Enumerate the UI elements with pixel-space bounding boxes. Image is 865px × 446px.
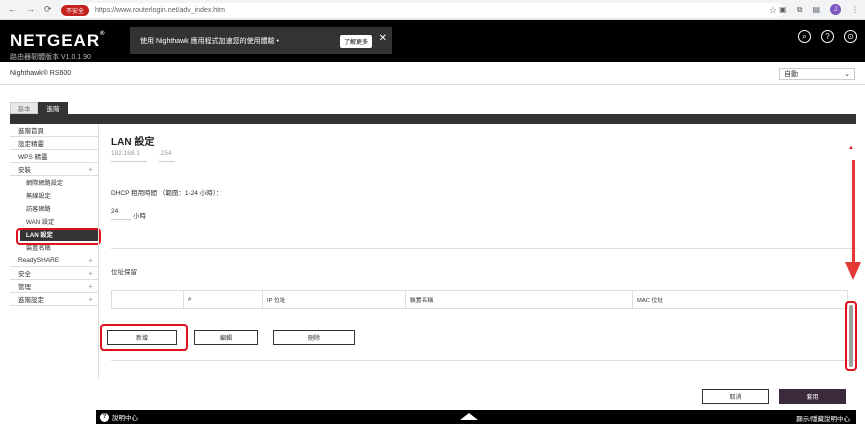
- reload-icon[interactable]: ⟳: [44, 4, 52, 15]
- sidebar-item-label: 設定精靈: [18, 141, 44, 148]
- dhcp-lease-label: DHCP 租用時間 （範圍：1-24 小時）：: [111, 190, 223, 197]
- lease-unit-label: 小時: [133, 213, 146, 220]
- expand-icon: +: [88, 294, 93, 304]
- search-icon[interactable]: ⌕: [798, 30, 811, 43]
- firmware-version: 路由器韌體版本 V1.0.1.90: [10, 54, 91, 61]
- extensions-icon[interactable]: ▣: [779, 5, 787, 14]
- sidebar-item-administration[interactable]: 管理 +: [10, 280, 98, 293]
- table-header-select: [111, 290, 184, 309]
- highlight-add-button: [100, 324, 188, 351]
- help-center-label: 說明中心: [112, 415, 138, 422]
- sidebar-item-security[interactable]: 安全 +: [10, 267, 98, 280]
- sidepanel-icon[interactable]: ▤: [812, 5, 820, 14]
- user-icon[interactable]: ⊙: [844, 30, 857, 43]
- arrow-head-icon: [845, 262, 861, 280]
- tab-basic[interactable]: 基本: [10, 102, 38, 114]
- sidebar-item-wps-wizard[interactable]: WPS 精靈: [10, 150, 98, 163]
- delete-button[interactable]: 刪除: [273, 330, 355, 345]
- learn-more-button[interactable]: 了解更多: [339, 35, 372, 48]
- sidebar-item-readyshare[interactable]: ReadySHARE +: [10, 254, 98, 267]
- expand-icon: +: [88, 255, 93, 265]
- tab-bar: [10, 114, 856, 124]
- sidebar-item-setup[interactable]: 安裝 +: [10, 163, 98, 176]
- expand-icon: +: [88, 164, 93, 174]
- table-header-ip: IP 位址: [262, 290, 406, 309]
- help-center-link[interactable]: ? 說明中心: [100, 412, 138, 422]
- reservation-table: # IP 位址 裝置名稱 MAC 位址: [111, 290, 848, 309]
- address-bar[interactable]: 不安全 https://www.routerlogin.net/adv_inde…: [60, 3, 785, 17]
- divider: [111, 248, 857, 249]
- banner-text: 使用 Nighthawk 應用程式加速您的使用體驗 •: [140, 37, 279, 45]
- edit-button[interactable]: 編輯: [194, 330, 258, 345]
- security-badge-label: 不安全: [66, 8, 85, 15]
- main-content: LAN 設定 192.168.1 .254 DHCP 租用時間 （範圍：1-24…: [98, 124, 857, 378]
- sidebar-item-wan-setup[interactable]: WAN 設定: [10, 215, 98, 228]
- cancel-button[interactable]: 取消: [702, 389, 769, 404]
- table-header-row: # IP 位址 裝置名稱 MAC 位址: [111, 290, 848, 309]
- language-value: 自動: [784, 71, 798, 78]
- browser-toolbar: ← → ⟳ 不安全 https://www.routerlogin.net/ad…: [0, 0, 865, 20]
- ip-last-octet-field[interactable]: .254: [159, 150, 175, 162]
- sidebar-item-label: 進階首頁: [18, 128, 44, 135]
- sidebar: 進階首頁 設定精靈 WPS 精靈 安裝 + 網際網路設定 無線設定 訪客網路 WA…: [10, 124, 98, 306]
- sidebar-item-label: 進階設定: [18, 297, 44, 304]
- logo-text: NETGEAR: [10, 31, 101, 50]
- sidebar-item-setup-wizard[interactable]: 設定精靈: [10, 137, 98, 150]
- sidebar-item-advanced-setup[interactable]: 進階設定 +: [10, 293, 98, 306]
- table-header-number: #: [183, 290, 263, 309]
- url-text: https://www.routerlogin.net/adv_index.ht…: [95, 6, 225, 14]
- forward-icon[interactable]: →: [26, 4, 35, 15]
- apply-button[interactable]: 套用: [779, 389, 846, 404]
- table-header-device-name: 裝置名稱: [405, 290, 633, 309]
- lease-time-field[interactable]: 24: [111, 208, 131, 220]
- sidebar-item-label: ReadySHARE: [18, 256, 60, 264]
- menu-icon[interactable]: ⋮: [851, 5, 859, 14]
- highlight-lan-setup: [16, 228, 101, 245]
- browser-nav: ← → ⟳: [8, 4, 52, 15]
- show-hide-help-link[interactable]: 顯示/隱藏說明中心: [796, 413, 850, 423]
- expand-icon: +: [88, 268, 93, 278]
- scroll-up-icon[interactable]: ▲: [848, 145, 854, 151]
- help-circle-icon: ?: [100, 412, 109, 422]
- sidebar-item-label: 安全: [18, 271, 31, 278]
- sidebar-item-internet-setup[interactable]: 網際網路設定: [10, 176, 98, 189]
- sidebar-item-wireless-setup[interactable]: 無線設定: [10, 189, 98, 202]
- browser-actions: ▣ ⧉ ▤ J ⋮: [779, 4, 859, 15]
- sidebar-item-label: WPS 精靈: [18, 154, 48, 161]
- highlight-scrollbar: [845, 301, 857, 371]
- logo-mark: ®: [100, 31, 106, 37]
- netgear-logo: NETGEAR®: [10, 31, 106, 51]
- sidebar-item-guest-network[interactable]: 訪客網路: [10, 202, 98, 215]
- table-header-mac: MAC 位址: [632, 290, 848, 309]
- sidebar-item-label: 管理: [18, 284, 31, 291]
- help-icon[interactable]: ?: [821, 30, 834, 43]
- page-title: LAN 設定: [111, 137, 155, 148]
- expand-icon: +: [88, 281, 93, 291]
- netgear-header: NETGEAR® 路由器韌體版本 V1.0.1.90 使用 Nighthawk …: [0, 20, 865, 62]
- sidebar-item-advanced-home[interactable]: 進階首頁: [10, 124, 98, 137]
- puzzle-icon[interactable]: ⧉: [797, 5, 803, 15]
- sidebar-item-label: 安裝: [18, 167, 31, 174]
- help-center-bar: ? 說明中心 顯示/隱藏說明中心: [96, 410, 856, 424]
- app-banner: 使用 Nighthawk 應用程式加速您的使用體驗 • 了解更多 ✕: [130, 27, 392, 54]
- profile-avatar[interactable]: J: [830, 4, 841, 15]
- security-badge[interactable]: 不安全: [61, 4, 90, 16]
- close-icon[interactable]: ✕: [379, 33, 387, 44]
- back-icon[interactable]: ←: [8, 4, 17, 15]
- language-select[interactable]: 自動 ⌄: [779, 68, 855, 80]
- scroll-direction-arrow: [852, 160, 855, 268]
- divider: [111, 360, 857, 361]
- expand-up-icon[interactable]: [460, 413, 478, 420]
- address-reservation-label: 位址保留: [111, 269, 137, 276]
- chevron-down-icon: ⌄: [844, 71, 850, 78]
- ip-prefix: 192.168.1: [111, 150, 147, 162]
- router-model: Nighthawk® RS600: [10, 70, 72, 77]
- divider: [0, 84, 865, 85]
- bookmark-star-icon[interactable]: ☆: [769, 5, 777, 16]
- tab-advanced[interactable]: 進階: [38, 102, 68, 114]
- header-icons: ⌕ ? ⊙: [798, 30, 857, 43]
